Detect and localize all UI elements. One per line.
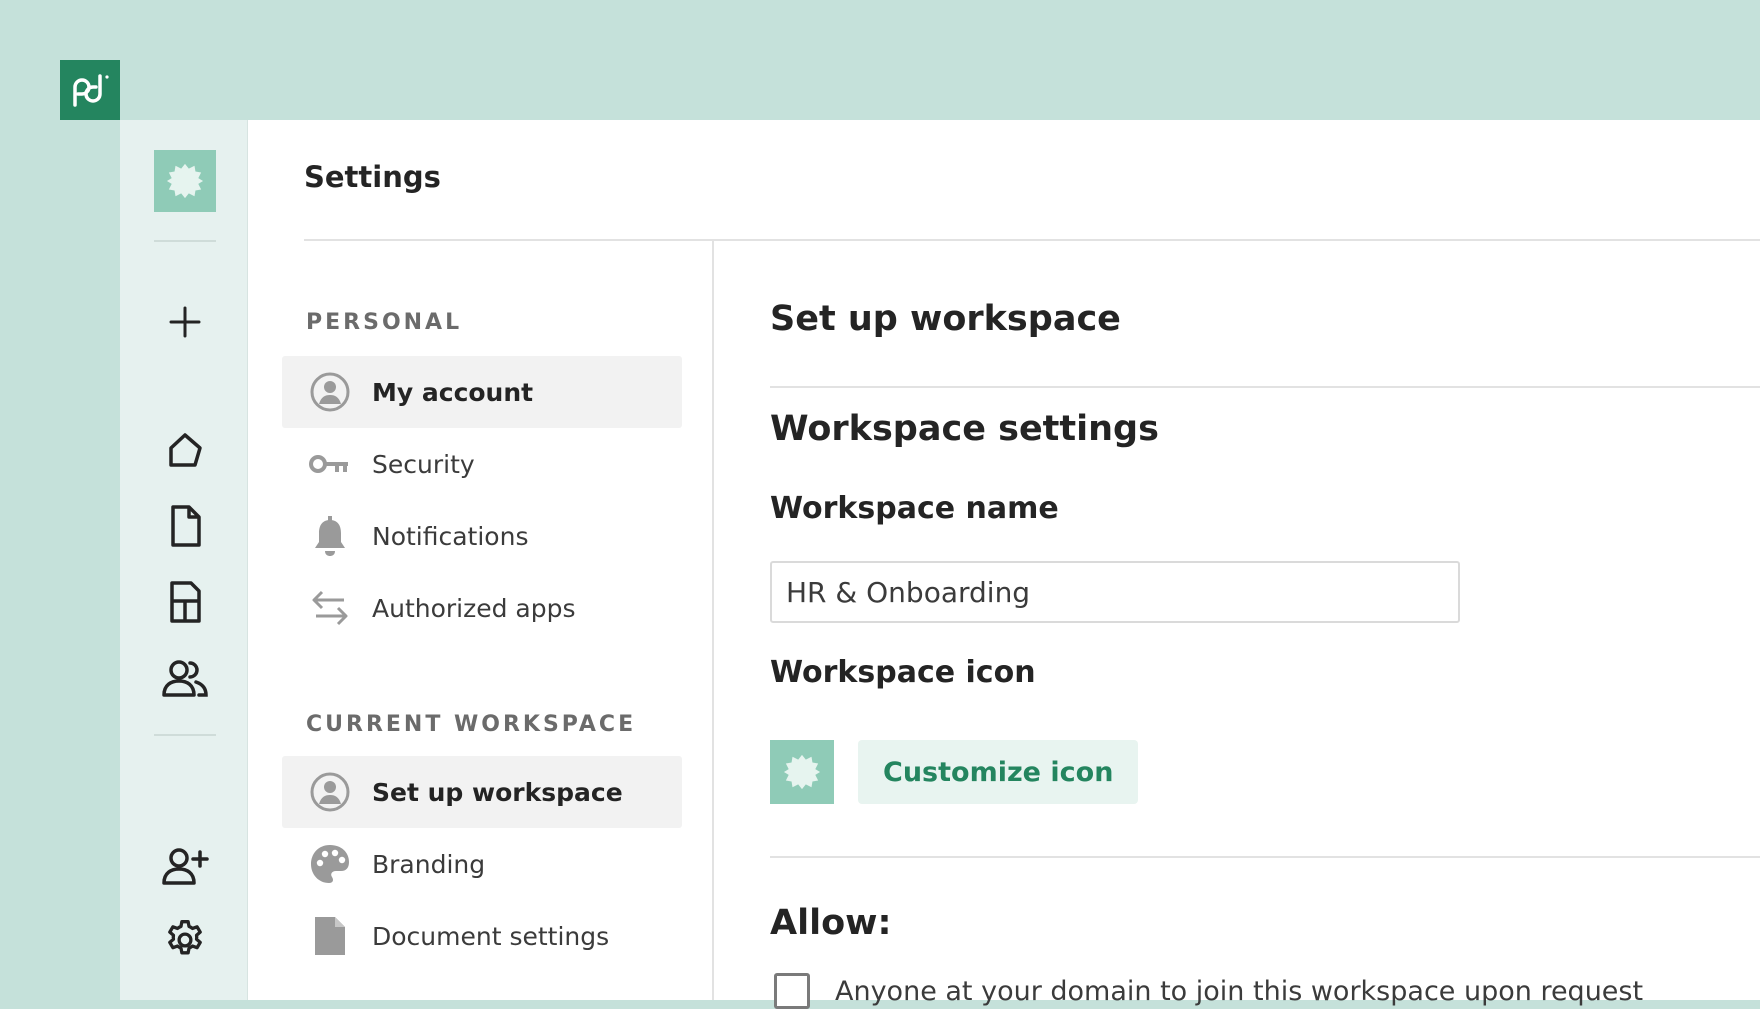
section-title: Workspace settings [770, 409, 1159, 449]
content-divider [770, 386, 1760, 388]
invite-user-button[interactable] [155, 836, 215, 896]
rail-divider [154, 240, 216, 242]
nav-item-security[interactable]: Security [282, 428, 682, 500]
workspace-icon-label: Workspace icon [770, 655, 1036, 690]
pandadoc-logo[interactable] [60, 60, 120, 120]
content-title: Set up workspace [770, 299, 1121, 339]
workspace-avatar[interactable] [154, 150, 216, 212]
nav-item-label: Security [372, 449, 475, 479]
customize-icon-button[interactable]: Customize icon [858, 740, 1139, 804]
allow-label: Allow: [770, 903, 892, 943]
nav-item-set-up-workspace[interactable]: Set up workspace [282, 756, 682, 828]
workspace-name-label: Workspace name [770, 491, 1059, 526]
gear-icon [168, 920, 202, 955]
workspace-icon-preview [770, 740, 834, 804]
nav-item-label: Notifications [372, 521, 529, 551]
nav-item-label: My account [372, 377, 534, 407]
settings-panel: Settings PERSONAL My account Security No… [248, 120, 1760, 1009]
create-button[interactable] [155, 292, 215, 352]
document-icon [171, 505, 201, 547]
workspace-badge-icon [783, 754, 821, 790]
allow-domain-join-checkbox[interactable] [774, 973, 810, 1009]
workspace-name-input[interactable] [770, 561, 1460, 623]
content-divider [770, 856, 1760, 858]
workspace-badge-icon [166, 163, 204, 199]
file-icon [308, 914, 352, 958]
allow-domain-join-option[interactable]: Anyone at your domain to join this works… [774, 973, 1643, 1009]
key-icon [308, 442, 352, 486]
nav-item-label: Branding [372, 849, 486, 879]
pd-logo-icon [73, 74, 109, 107]
home-button[interactable] [155, 420, 215, 480]
nav-item-label: Authorized apps [372, 593, 576, 623]
nav-item-label: Set up workspace [372, 777, 623, 807]
template-icon [170, 581, 201, 623]
nav-item-authorized-apps[interactable]: Authorized apps [282, 572, 682, 644]
bell-icon [308, 514, 352, 558]
contacts-icon [162, 660, 208, 697]
contacts-button[interactable] [155, 648, 215, 708]
nav-item-branding[interactable]: Branding [282, 828, 682, 900]
settings-button[interactable] [155, 910, 215, 970]
nav-item-notifications[interactable]: Notifications [282, 500, 682, 572]
home-icon [169, 433, 202, 467]
nav-item-my-account[interactable]: My account [282, 356, 682, 428]
arrows-swap-icon [308, 586, 352, 630]
nav-item-document-settings[interactable]: Document settings [282, 900, 682, 972]
plus-icon [169, 306, 201, 338]
user-circle-icon [308, 770, 352, 814]
rail-divider [154, 734, 216, 736]
page-title: Settings [304, 160, 441, 194]
documents-button[interactable] [155, 496, 215, 556]
workspace-settings-content: Set up workspace Workspace settings Work… [770, 241, 1760, 1009]
add-user-icon [162, 848, 209, 885]
column-divider [712, 241, 714, 1000]
templates-button[interactable] [155, 572, 215, 632]
section-label-personal: PERSONAL [306, 310, 463, 335]
palette-icon [308, 842, 352, 886]
nav-item-label: Document settings [372, 921, 610, 951]
user-circle-icon [308, 370, 352, 414]
allow-domain-join-label: Anyone at your domain to join this works… [835, 975, 1644, 1007]
section-label-current-workspace: CURRENT WORKSPACE [306, 712, 637, 737]
app-rail [120, 120, 248, 1000]
